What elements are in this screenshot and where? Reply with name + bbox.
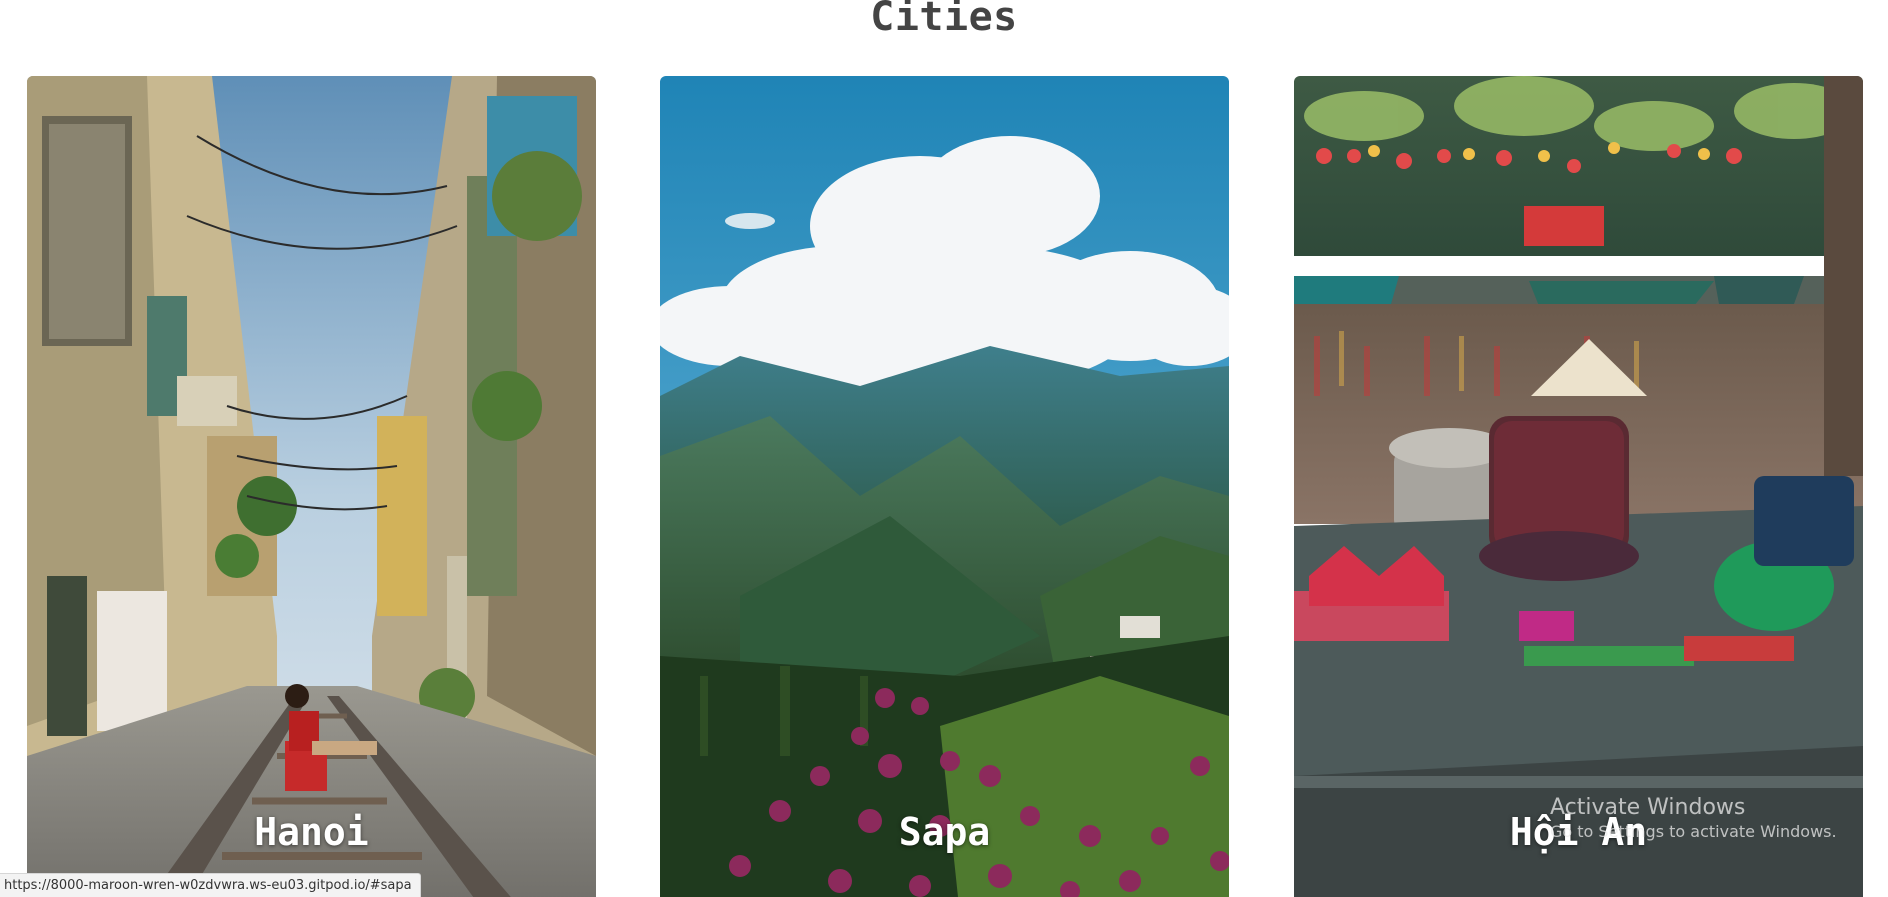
city-cards: Hanoi Sapa Hội An bbox=[27, 76, 1863, 897]
status-bar-url: https://8000-maroon-wren-w0zdvwra.ws-eu0… bbox=[0, 873, 421, 897]
city-name-label: Sapa bbox=[898, 810, 991, 854]
page: Cities Hanoi Sapa Hội An Activate Window… bbox=[0, 0, 1888, 897]
hanoi-photo bbox=[27, 76, 596, 897]
section-title: Cities bbox=[870, 0, 1018, 40]
city-name-label: Hanoi bbox=[254, 810, 369, 854]
sapa-photo bbox=[660, 76, 1229, 897]
city-card-hanoi[interactable]: Hanoi bbox=[27, 76, 596, 897]
city-card-hoi-an[interactable]: Hội An bbox=[1294, 76, 1863, 897]
hoi-an-photo bbox=[1294, 76, 1863, 897]
city-name-label: Hội An bbox=[1509, 810, 1648, 854]
city-card-sapa[interactable]: Sapa bbox=[660, 76, 1229, 897]
